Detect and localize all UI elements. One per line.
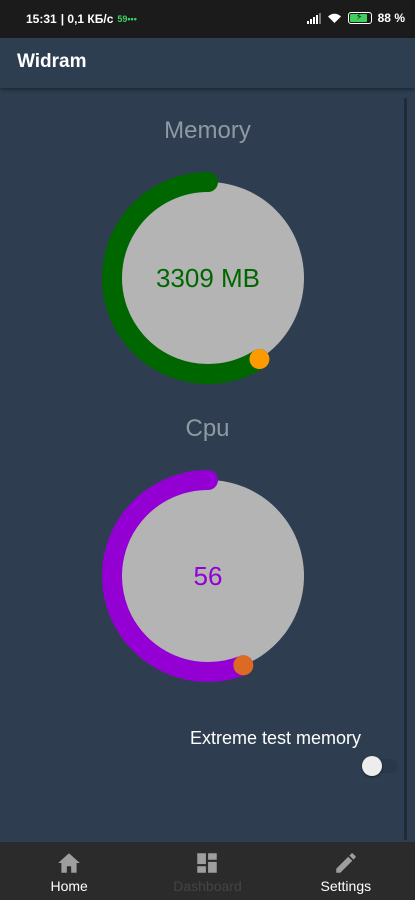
cpu-value: 56	[193, 560, 223, 591]
app-bar: Widram	[0, 38, 415, 88]
status-bar: 15:31 | 0,1 КБ/с 59••• ⚡ 88 %	[0, 0, 415, 38]
cpu-gauge: 56	[102, 470, 314, 682]
memory-value: 3309 MB	[155, 262, 261, 293]
bottom-nav: Home Dashboard Settings	[0, 842, 415, 900]
nav-label-dashboard: Dashboard	[173, 878, 242, 894]
extreme-test-label: Extreme test memory	[190, 728, 362, 748]
nav-label-settings: Settings	[320, 878, 372, 894]
nav-item-settings[interactable]: Settings	[277, 842, 415, 900]
app-title: Widram	[17, 51, 87, 72]
status-network-speed: | 0,1 КБ/с	[60, 12, 114, 26]
toggle-thumb	[362, 756, 382, 776]
status-right: ⚡ 88 %	[306, 11, 405, 25]
extreme-test-toggle[interactable]	[362, 756, 398, 776]
home-icon	[58, 853, 80, 873]
pencil-icon	[336, 853, 356, 873]
nav-item-dashboard[interactable]: Dashboard	[138, 842, 276, 900]
status-extra: 59•••	[117, 14, 137, 24]
status-time: 15:31	[26, 12, 57, 26]
battery-icon: ⚡	[347, 12, 372, 24]
memory-gauge: 3309 MB	[102, 172, 314, 384]
signal-icon	[306, 12, 321, 24]
cpu-title: Cpu	[185, 415, 230, 442]
nav-item-home[interactable]: Home	[0, 842, 138, 900]
memory-title: Memory	[164, 117, 251, 144]
scrollbar[interactable]	[404, 98, 407, 840]
dashboard-icon	[197, 853, 218, 873]
nav-label-home: Home	[50, 878, 88, 894]
status-left: 15:31 | 0,1 КБ/с 59•••	[26, 12, 137, 26]
wifi-icon	[327, 13, 341, 23]
battery-percent: 88 %	[377, 11, 405, 25]
